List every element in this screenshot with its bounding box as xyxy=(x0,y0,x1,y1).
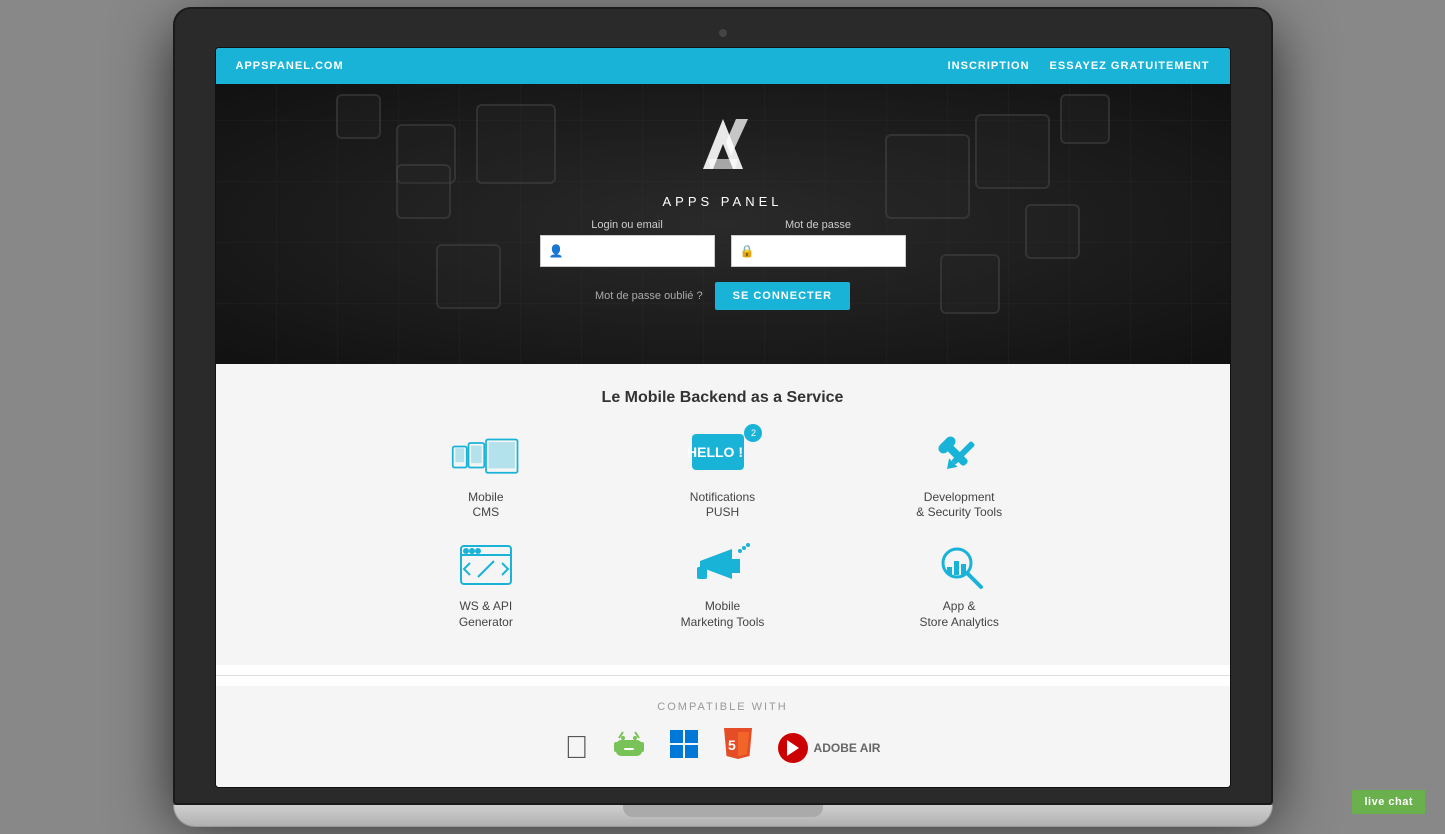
login-label: Login ou email xyxy=(540,219,715,231)
feature-ws-api: WS & APIGenerator xyxy=(373,541,600,630)
divider xyxy=(216,675,1230,676)
form-actions: Mot de passe oublié ? SE CONNECTER xyxy=(595,282,850,310)
laptop-shell: APPSPANEL.COM INSCRIPTION ESSAYEZ GRATUI… xyxy=(173,7,1273,827)
password-input[interactable] xyxy=(762,236,917,266)
logo-text: APPS PANEL xyxy=(236,194,1210,209)
laptop-base xyxy=(173,805,1273,827)
live-chat-button[interactable]: live chat xyxy=(1352,790,1425,814)
try-free-link[interactable]: ESSAYEZ GRATUITEMENT xyxy=(1050,60,1210,72)
ws-api-label: WS & APIGenerator xyxy=(459,599,513,630)
logo-icon xyxy=(678,114,768,184)
dev-security-label: Development& Security Tools xyxy=(916,490,1002,521)
feature-notifications: HELLO ! 2 NotificationsPUSH xyxy=(609,432,836,521)
compatible-section: COMPATIBLE WITH  xyxy=(216,686,1230,787)
svg-text:HELLO !: HELLO ! xyxy=(687,444,743,460)
analytics-icon xyxy=(924,541,994,591)
feature-mobile-cms: MobileCMS xyxy=(373,432,600,521)
marketing-label: MobileMarketing Tools xyxy=(681,599,765,630)
notifications-icon: HELLO ! 2 xyxy=(687,432,757,482)
mobile-cms-label: MobileCMS xyxy=(468,490,503,521)
feature-dev-security: Development& Security Tools xyxy=(846,432,1073,521)
camera xyxy=(719,29,727,37)
dev-security-icon xyxy=(924,432,994,482)
apple-icon:  xyxy=(565,729,589,766)
logo-container: APPS PANEL xyxy=(236,114,1210,209)
feature-marketing: MobileMarketing Tools xyxy=(609,541,836,630)
analytics-label: App &Store Analytics xyxy=(919,599,998,630)
inscription-link[interactable]: INSCRIPTION xyxy=(948,60,1030,72)
mobile-cms-icon xyxy=(451,432,521,482)
password-group: Mot de passe 🔒 xyxy=(731,219,906,267)
password-input-wrapper: 🔒 xyxy=(731,235,906,267)
compatible-title: COMPATIBLE WITH xyxy=(236,701,1210,713)
password-label: Mot de passe xyxy=(731,219,906,231)
top-nav: APPSPANEL.COM INSCRIPTION ESSAYEZ GRATUI… xyxy=(216,48,1230,84)
user-icon: 👤 xyxy=(541,244,572,258)
brand-label: APPSPANEL.COM xyxy=(236,60,344,72)
features-section: Le Mobile Backend as a Service xyxy=(216,364,1230,665)
form-row: Login ou email 👤 Mot de passe 🔒 xyxy=(540,219,906,267)
ws-api-icon xyxy=(451,541,521,591)
features-grid: MobileCMS HELLO ! 2 xyxy=(373,432,1073,630)
lock-icon: 🔒 xyxy=(732,244,763,258)
login-form: Login ou email 👤 Mot de passe 🔒 xyxy=(236,219,1210,310)
features-title: Le Mobile Backend as a Service xyxy=(236,389,1210,407)
laptop-screen: APPSPANEL.COM INSCRIPTION ESSAYEZ GRATUI… xyxy=(215,47,1231,788)
laptop-base-notch xyxy=(623,805,823,817)
screen-bezel: APPSPANEL.COM INSCRIPTION ESSAYEZ GRATUI… xyxy=(173,7,1273,805)
notifications-label: NotificationsPUSH xyxy=(690,490,755,521)
compatible-icons:  xyxy=(236,728,1210,767)
forgot-link[interactable]: Mot de passe oublié ? xyxy=(595,290,703,302)
android-icon xyxy=(614,728,644,767)
login-button[interactable]: SE CONNECTER xyxy=(715,282,850,310)
login-input-wrapper: 👤 xyxy=(540,235,715,267)
notification-badge: 2 xyxy=(744,424,762,442)
html5-icon: 5 xyxy=(724,728,752,767)
marketing-icon xyxy=(687,541,757,591)
adobe-air-icon: ADOBE AIR xyxy=(777,732,881,764)
feature-analytics: App &Store Analytics xyxy=(846,541,1073,630)
windows-icon xyxy=(669,729,699,766)
svg-text:5: 5 xyxy=(728,737,736,753)
login-group: Login ou email 👤 xyxy=(540,219,715,267)
nav-links: INSCRIPTION ESSAYEZ GRATUITEMENT xyxy=(948,60,1210,72)
hero-section: APPS PANEL Login ou email 👤 Mo xyxy=(216,84,1230,364)
login-input[interactable] xyxy=(571,236,726,266)
